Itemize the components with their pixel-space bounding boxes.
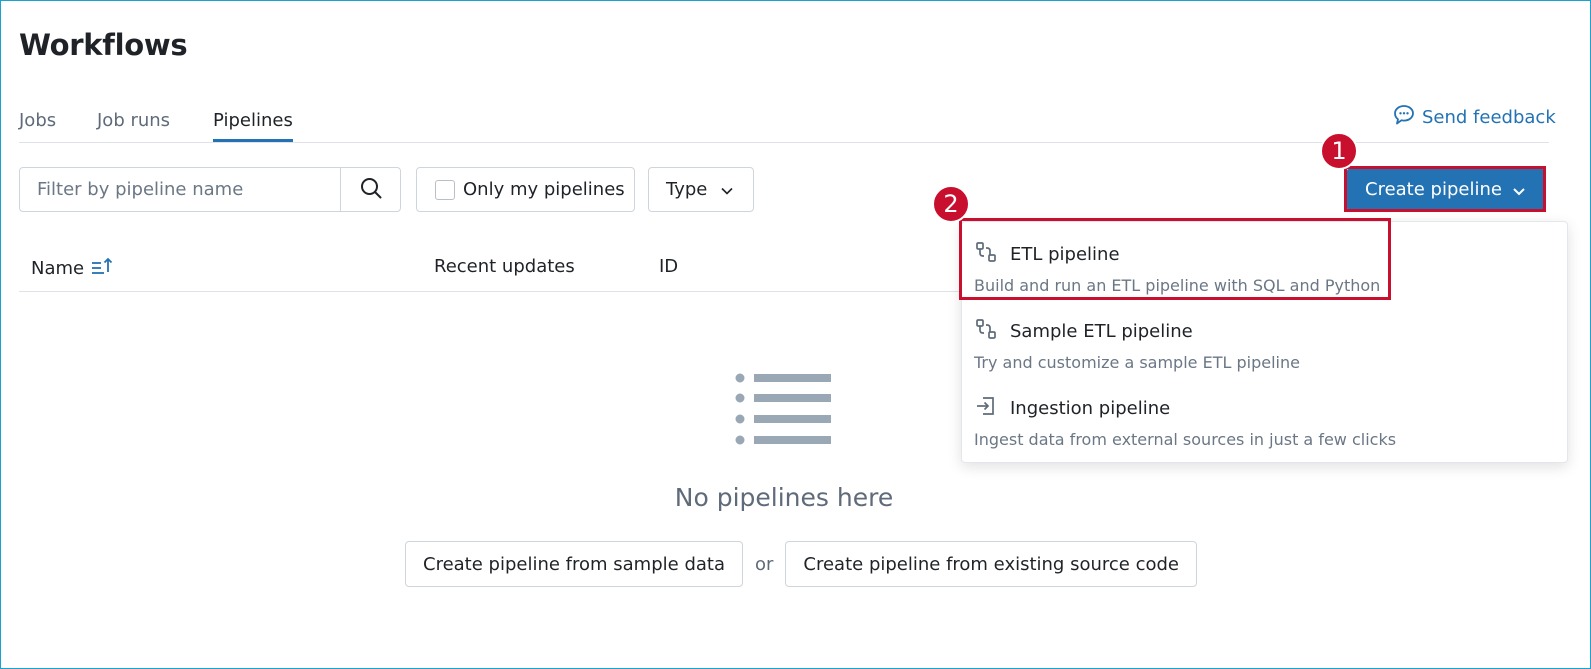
create-pipeline-menu: ETL pipeline Build and run an ETL pipeli… [961,221,1568,463]
send-feedback-link[interactable]: Send feedback [1392,103,1556,132]
menu-item-etl-pipeline[interactable]: ETL pipeline Build and run an ETL pipeli… [974,240,1554,302]
menu-item-description: Ingest data from external sources in jus… [974,430,1397,449]
create-from-sample-button[interactable]: Create pipeline from sample data [405,541,743,587]
column-id-header[interactable]: ID [659,256,678,277]
column-recent-updates-header[interactable]: Recent updates [434,256,575,277]
create-from-existing-button[interactable]: Create pipeline from existing source cod… [785,541,1197,587]
pipeline-icon [974,240,998,268]
tab-bar: Jobs Job runs Pipelines [19,108,1549,143]
filter-input[interactable] [20,168,340,211]
page-title: Workflows [19,28,188,62]
annotation-badge-1: 1 [1320,132,1358,170]
chevron-down-icon [721,179,733,200]
send-feedback-label: Send feedback [1422,107,1556,128]
menu-item-sample-etl-pipeline[interactable]: Sample ETL pipeline Try and customize a … [974,317,1554,379]
empty-list-icon [734,372,834,452]
menu-item-description: Try and customize a sample ETL pipeline [974,353,1300,372]
tab-pipelines[interactable]: Pipelines [213,108,293,142]
chevron-down-icon[interactable] [1512,181,1526,202]
tab-job-runs[interactable]: Job runs [97,108,170,134]
sort-ascending-icon[interactable] [90,256,114,281]
column-name-header[interactable]: Name [31,256,114,281]
search-icon [359,176,383,204]
menu-item-title: Sample ETL pipeline [1010,320,1193,342]
type-filter-dropdown[interactable]: Type [648,167,754,212]
annotation-badge-2: 2 [932,185,970,223]
only-my-pipelines-checkbox[interactable] [435,179,455,200]
chat-bubble-icon [1392,103,1416,132]
tab-jobs[interactable]: Jobs [19,108,56,134]
menu-item-ingestion-pipeline[interactable]: Ingestion pipeline Ingest data from exte… [974,394,1554,456]
column-name-label: Name [31,258,85,279]
only-my-pipelines-label: Only my pipelines [463,179,625,200]
empty-state-message: No pipelines here [674,483,894,512]
menu-item-description: Build and run an ETL pipeline with SQL a… [974,276,1381,295]
menu-item-title: Ingestion pipeline [1010,397,1171,419]
pipeline-icon [974,317,998,345]
table-header: Name Recent updates ID [19,241,959,292]
or-separator: or [754,553,774,575]
empty-state-actions: Create pipeline from sample data or Crea… [405,541,1197,587]
menu-item-title: ETL pipeline [1010,243,1120,265]
ingest-icon [974,394,998,422]
only-my-pipelines-toggle[interactable]: Only my pipelines [416,167,635,212]
filter-box [19,167,401,212]
search-button[interactable] [340,168,400,211]
type-filter-label: Type [666,179,708,200]
create-pipeline-button[interactable]: Create pipeline [1347,169,1544,210]
create-pipeline-label: Create pipeline [1365,179,1502,200]
